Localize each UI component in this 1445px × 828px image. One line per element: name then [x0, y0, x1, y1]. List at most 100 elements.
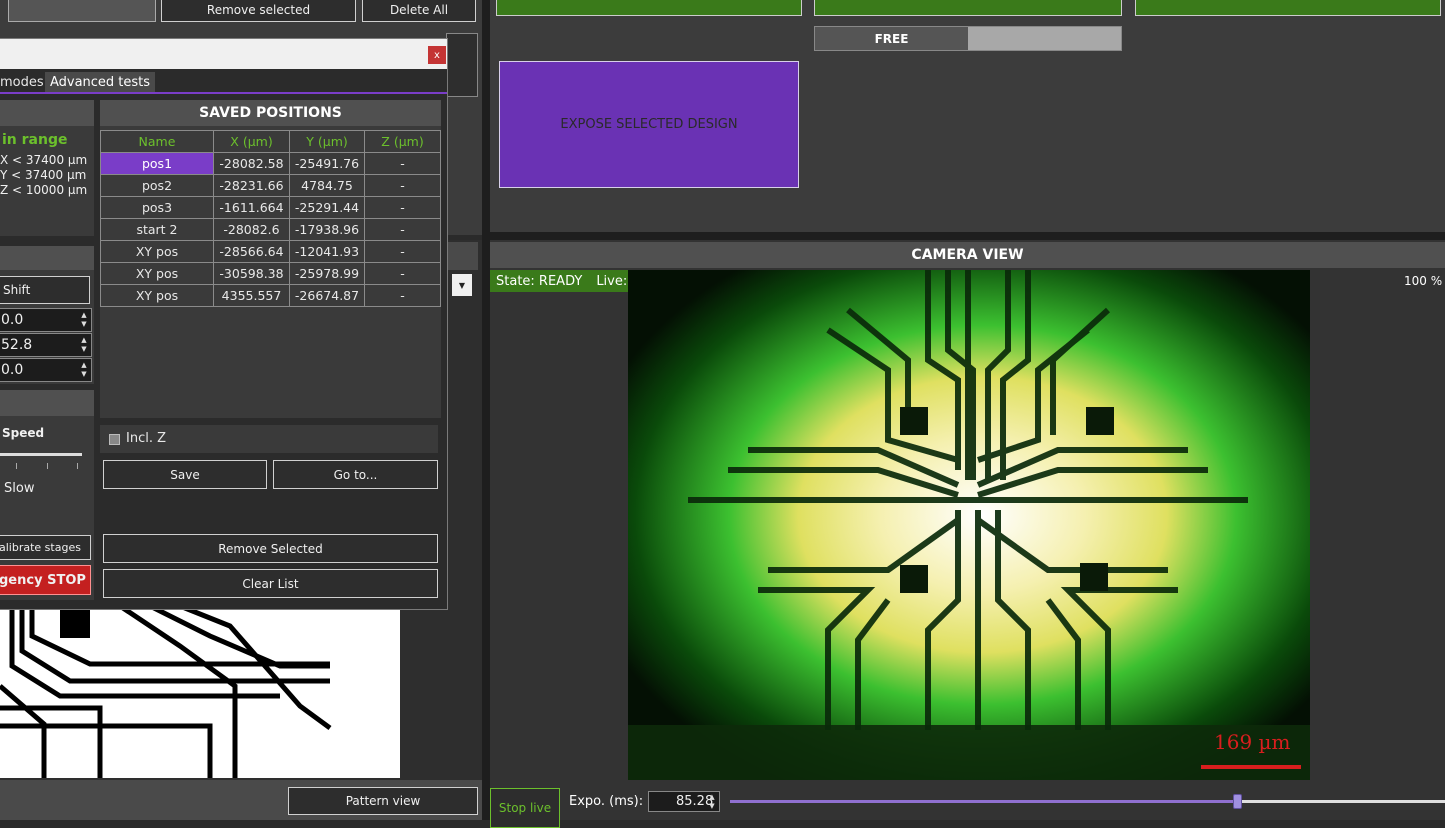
col-z[interactable]: Z (µm) [364, 130, 441, 153]
cell-name: pos2 [100, 174, 214, 197]
camera-scale-bar [1201, 765, 1301, 769]
cell-name: pos3 [100, 196, 214, 219]
cell-x: -30598.38 [213, 262, 290, 285]
col-name[interactable]: Name [100, 130, 214, 153]
emergency-stop-button[interactable]: gency STOP [0, 565, 91, 595]
expose-selected-design-button[interactable]: EXPOSE SELECTED DESIGN [499, 61, 799, 188]
calibrate-stages-button[interactable]: alibrate stages [0, 535, 91, 560]
spinner-arrows-icon[interactable]: ▲ ▼ [79, 359, 89, 381]
goto-position-button[interactable]: Go to... [273, 460, 438, 489]
cell-name: XY pos [100, 284, 214, 307]
speed-slow-label: Slow [4, 481, 35, 496]
incl-z-checkbox[interactable] [109, 434, 120, 445]
cell-z: - [364, 240, 441, 263]
camera-scale-label: 169 µm [1214, 730, 1291, 754]
table-row[interactable]: XY pos -30598.38 -25978.99- [100, 262, 441, 285]
cell-name: pos1 [100, 152, 214, 175]
speed-slider-tick-3 [77, 463, 78, 469]
range-title: in range [2, 132, 68, 148]
spinner-arrows-icon[interactable]: ▲ ▼ [707, 792, 717, 811]
camera-chip-image [628, 270, 1310, 780]
shift-section-header [0, 246, 94, 270]
save-position-button[interactable]: Save [103, 460, 267, 489]
stop-live-button[interactable]: Stop live [490, 788, 560, 828]
green-action-button-1[interactable] [496, 0, 802, 16]
cell-name: XY pos [100, 240, 214, 263]
table-row[interactable]: pos3 -1611.664 -25291.44- [100, 196, 441, 219]
table-row[interactable]: start 2 -28082.6 -17938.96- [100, 218, 441, 241]
delete-all-button[interactable]: Delete All [362, 0, 476, 22]
col-y[interactable]: Y (µm) [289, 130, 365, 153]
camera-state-label: State: READY [496, 273, 583, 289]
exposure-slider-thumb[interactable] [1232, 794, 1242, 809]
background-list-box [446, 33, 478, 97]
cell-x: -28566.64 [213, 240, 290, 263]
col-x[interactable]: X (µm) [213, 130, 290, 153]
free-status-fill: FREE [815, 27, 968, 50]
green-action-button-3[interactable] [1135, 0, 1441, 16]
dialog-title-bar[interactable] [0, 39, 447, 69]
camera-image [628, 270, 1310, 780]
green-action-button-2[interactable] [814, 0, 1122, 16]
saved-positions-header: SAVED POSITIONS [100, 100, 441, 126]
cell-x: -1611.664 [213, 196, 290, 219]
pattern-preview [0, 606, 400, 778]
cell-y: -25978.99 [289, 262, 365, 285]
shift-x-spinner[interactable]: 0.0 ▲ ▼ [0, 308, 92, 332]
remove-selected-top-button[interactable]: Remove selected [161, 0, 356, 22]
camera-view-title: CAMERA VIEW [490, 242, 1445, 268]
cell-y: 4784.75 [289, 174, 365, 197]
cell-z: - [364, 262, 441, 285]
cell-y: -25291.44 [289, 196, 365, 219]
dialog-close-button[interactable]: x [428, 46, 446, 64]
speed-slider-track[interactable] [0, 453, 82, 456]
table-row[interactable]: XY pos 4355.557 -26674.87- [100, 284, 441, 307]
shift-y-spinner[interactable]: 52.8 ▲ ▼ [0, 333, 92, 357]
pattern-view-button[interactable]: Pattern view [288, 787, 478, 815]
cell-y: -17938.96 [289, 218, 365, 241]
tab-advanced-tests[interactable]: Advanced tests [45, 72, 155, 92]
dropdown-arrow[interactable]: ▼ [452, 274, 472, 296]
pattern-traces [0, 606, 332, 778]
speed-slider-tick-2 [47, 463, 48, 469]
table-header-row: Name X (µm) Y (µm) Z (µm) [100, 130, 441, 153]
shift-z-value: 0.0 [1, 362, 24, 378]
cell-z: - [364, 152, 441, 175]
shift-z-spinner[interactable]: 0.0 ▲ ▼ [0, 358, 92, 382]
tab-modes[interactable]: modes [0, 72, 44, 92]
table-row[interactable]: pos2 -28231.66 4784.75- [100, 174, 441, 197]
unnamed-top-button[interactable] [8, 0, 156, 22]
cell-name: start 2 [100, 218, 214, 241]
table-row[interactable]: XY pos -28566.64 -12041.93- [100, 240, 441, 263]
cell-z: - [364, 284, 441, 307]
cell-z: - [364, 196, 441, 219]
cell-x: -28082.58 [213, 152, 290, 175]
saved-positions-table: Name X (µm) Y (µm) Z (µm) pos1 -28082.58-… [100, 130, 441, 307]
range-z: Z < 10000 µm [0, 183, 88, 197]
cell-x: 4355.557 [213, 284, 290, 307]
exposure-spinner[interactable]: 85.28 ▲ ▼ [648, 791, 720, 812]
cell-y: -12041.93 [289, 240, 365, 263]
cell-z: - [364, 174, 441, 197]
cell-x: -28231.66 [213, 174, 290, 197]
shift-button[interactable]: Shift [0, 276, 90, 304]
range-section-header [0, 100, 94, 126]
cell-y: -25491.76 [289, 152, 365, 175]
camera-zoom-label: 100 % [1404, 274, 1443, 288]
exposure-slider-track[interactable] [730, 794, 1445, 809]
range-y: Y < 37400 µm [0, 168, 87, 182]
exposure-slider-fill [730, 800, 1238, 803]
shift-y-value: 52.8 [1, 337, 33, 353]
speed-label: Speed [2, 426, 45, 440]
cell-y: -26674.87 [289, 284, 365, 307]
spinner-arrows-icon[interactable]: ▲ ▼ [79, 309, 89, 331]
exposure-label: Expo. (ms): [569, 794, 644, 809]
speed-section-header [0, 390, 94, 416]
shift-x-value: 0.0 [1, 312, 24, 328]
table-row[interactable]: pos1 -28082.58 -25491.76- [100, 152, 441, 175]
remove-selected-position-button[interactable]: Remove Selected [103, 534, 438, 563]
speed-slider-tick-1 [16, 463, 17, 469]
clear-list-button[interactable]: Clear List [103, 569, 438, 598]
cell-x: -28082.6 [213, 218, 290, 241]
spinner-arrows-icon[interactable]: ▲ ▼ [79, 334, 89, 356]
